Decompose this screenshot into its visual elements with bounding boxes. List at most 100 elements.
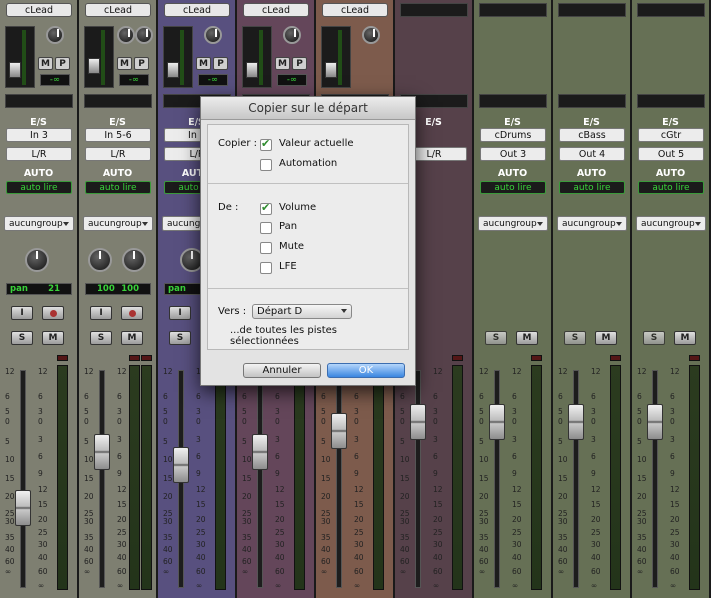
lfe-checkbox[interactable]	[260, 262, 272, 274]
solo-button[interactable]: S	[643, 331, 665, 345]
send-fader-area[interactable]	[321, 26, 351, 88]
send-slot-empty-2[interactable]	[637, 94, 705, 108]
send-fader-cap[interactable]	[88, 58, 100, 74]
current-value-checkbox[interactable]	[260, 137, 272, 151]
fader-scale-tick: 40	[400, 545, 410, 554]
record-arm-button[interactable]	[42, 306, 64, 320]
group-selector[interactable]: aucungroup	[478, 216, 548, 231]
automation-mode-selector[interactable]: auto lire	[638, 181, 704, 194]
send-pan-knob[interactable]	[362, 26, 380, 44]
destination-send-dropdown[interactable]: Départ D	[252, 304, 352, 319]
send-slot-empty[interactable]	[84, 94, 152, 108]
output-selector[interactable]: Out 5	[638, 147, 704, 161]
send-fader-cap[interactable]	[246, 62, 258, 78]
input-selector[interactable]: In 5-6	[85, 128, 151, 142]
input-selector[interactable]: cBass	[559, 128, 625, 142]
pan-checkbox[interactable]	[260, 222, 272, 234]
input-monitor-button[interactable]: I	[169, 306, 191, 320]
group-selector[interactable]: aucungroup	[636, 216, 706, 231]
send-pre-button[interactable]: P	[134, 57, 149, 70]
copy-to-send-dialog: Copier sur le départ Copier : Valeur act…	[200, 96, 416, 386]
send-name-button[interactable]: cLead	[164, 3, 230, 17]
solo-button[interactable]: S	[169, 331, 191, 345]
send-level-display[interactable]: -∞	[277, 74, 307, 86]
mute-button[interactable]: M	[595, 331, 617, 345]
send-pan-knob-left[interactable]	[117, 26, 135, 44]
send-slot-empty[interactable]	[558, 3, 626, 17]
send-slot-empty[interactable]	[637, 3, 705, 17]
send-fader-cap[interactable]	[325, 62, 337, 78]
output-selector[interactable]: L/R	[85, 147, 151, 161]
meter-scale-tick: 20	[433, 515, 443, 524]
send-slot-empty-2[interactable]	[558, 94, 626, 108]
ok-button[interactable]: OK	[327, 363, 405, 378]
fader-scale-tick: ∞	[637, 567, 644, 576]
send-mute-button[interactable]: M	[275, 57, 290, 70]
send-fader-area[interactable]	[84, 26, 114, 88]
input-monitor-button[interactable]: I	[11, 306, 33, 320]
send-level-display[interactable]: -∞	[119, 74, 149, 86]
solo-button[interactable]: S	[485, 331, 507, 345]
mute-button[interactable]: M	[516, 331, 538, 345]
send-pan-knob[interactable]	[283, 26, 301, 44]
pan-knob[interactable]	[25, 248, 49, 272]
solo-button[interactable]: S	[11, 331, 33, 345]
automation-mode-selector[interactable]: auto lire	[559, 181, 625, 194]
input-selector[interactable]: In 3	[6, 128, 72, 142]
mute-button[interactable]: M	[674, 331, 696, 345]
pan-value-display[interactable]: pan 21	[6, 283, 72, 295]
send-mute-button[interactable]: M	[38, 57, 53, 70]
fader-scale-tick: 15	[242, 474, 252, 483]
send-slot-empty[interactable]	[479, 3, 547, 17]
send-pre-button[interactable]: P	[213, 57, 228, 70]
output-selector[interactable]: L/R	[6, 147, 72, 161]
mute-button[interactable]: M	[121, 331, 143, 345]
send-pan-knob[interactable]	[204, 26, 222, 44]
input-selector[interactable]: cDrums	[480, 128, 546, 142]
automation-mode-selector[interactable]: auto lire	[480, 181, 546, 194]
send-name-button[interactable]: cLead	[85, 3, 151, 17]
send-slot-empty[interactable]	[400, 3, 468, 17]
group-selector[interactable]: aucungroup	[83, 216, 153, 231]
send-pan-knob[interactable]	[46, 26, 64, 44]
send-mute-button[interactable]: M	[117, 57, 132, 70]
send-fader-cap[interactable]	[167, 62, 179, 78]
send-name-button[interactable]: cLead	[322, 3, 388, 17]
send-pan-knob-right[interactable]	[135, 26, 153, 44]
meter-scale-tick: ∞	[275, 581, 282, 590]
send-level-display[interactable]: -∞	[40, 74, 70, 86]
send-slot-empty[interactable]	[5, 94, 73, 108]
send-name-button[interactable]: cLead	[6, 3, 72, 17]
send-level-display[interactable]: -∞	[198, 74, 228, 86]
input-monitor-button[interactable]: I	[90, 306, 112, 320]
automation-mode-selector[interactable]: auto lire	[6, 181, 72, 194]
send-fader-area[interactable]	[5, 26, 35, 88]
input-selector[interactable]: cGtr	[638, 128, 704, 142]
cancel-button[interactable]: Annuler	[243, 363, 321, 378]
send-slot-empty-2[interactable]	[479, 94, 547, 108]
output-selector[interactable]: Out 3	[480, 147, 546, 161]
fader-scale-tick: 5	[84, 437, 89, 446]
mute-button[interactable]: M	[42, 331, 64, 345]
group-selector[interactable]: aucungroup	[4, 216, 74, 231]
group-selector[interactable]: aucungroup	[557, 216, 627, 231]
send-mute-button[interactable]: M	[196, 57, 211, 70]
send-fader-area[interactable]	[163, 26, 193, 88]
output-selector[interactable]: Out 4	[559, 147, 625, 161]
volume-checkbox[interactable]	[260, 201, 272, 215]
send-name-button[interactable]: cLead	[243, 3, 309, 17]
pan-knob-left[interactable]	[88, 248, 112, 272]
solo-button[interactable]: S	[90, 331, 112, 345]
automation-mode-selector[interactable]: auto lire	[85, 181, 151, 194]
solo-button[interactable]: S	[564, 331, 586, 345]
send-fader-cap[interactable]	[9, 62, 21, 78]
send-pre-button[interactable]: P	[55, 57, 70, 70]
mute-checkbox[interactable]	[260, 242, 272, 254]
automation-checkbox[interactable]	[260, 159, 272, 171]
send-pre-button[interactable]: P	[292, 57, 307, 70]
pan-value-display[interactable]: 100 100	[85, 283, 151, 295]
send-fader-area[interactable]	[242, 26, 272, 88]
record-arm-button[interactable]	[121, 306, 143, 320]
meter-scale-tick: 30	[512, 540, 522, 549]
pan-knob-right[interactable]	[122, 248, 146, 272]
